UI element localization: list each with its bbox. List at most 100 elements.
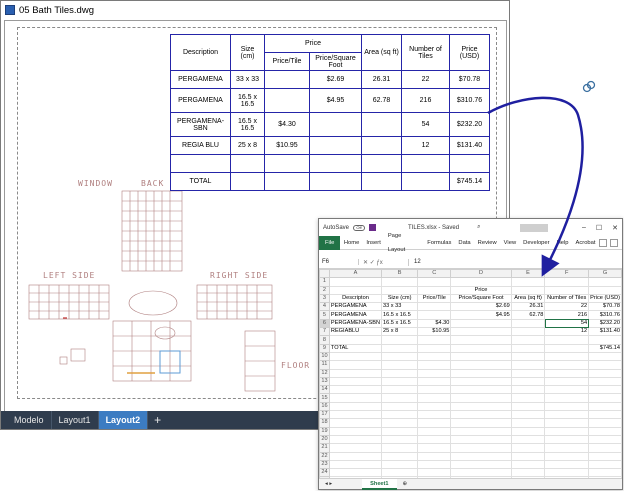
spreadsheet-cell[interactable] [510,468,546,478]
spreadsheet-cell[interactable] [450,376,512,387]
spreadsheet-cell[interactable] [417,401,452,412]
spreadsheet-cell[interactable] [544,360,590,370]
spreadsheet-cell[interactable] [544,451,590,461]
row-header[interactable]: 13 [319,376,330,387]
enter-icon[interactable]: ✓ [370,260,375,266]
spreadsheet-cell[interactable] [381,368,419,378]
ribbon-tab-page-layout[interactable]: Page Layout [384,229,423,257]
spreadsheet-cell[interactable] [417,451,452,461]
column-header[interactable]: A [328,269,383,279]
spreadsheet-cell[interactable] [381,426,419,436]
row-header[interactable]: 5 [319,310,330,320]
spreadsheet-cell[interactable] [510,318,546,329]
save-icon[interactable] [369,224,377,231]
spreadsheet-cell[interactable] [588,443,622,453]
spreadsheet-cell[interactable] [544,385,590,395]
spreadsheet-cell[interactable] [328,468,383,478]
spreadsheet-cell[interactable] [328,401,383,412]
spreadsheet-cell[interactable] [328,335,383,345]
spreadsheet-cell[interactable]: $310.76 [588,310,622,320]
spreadsheet-cell[interactable] [510,368,546,378]
spreadsheet-cell[interactable] [588,393,622,403]
spreadsheet-cell[interactable] [510,443,546,453]
ribbon-tab-acrobat[interactable]: Acrobat [572,236,599,250]
spreadsheet-cell[interactable] [544,343,590,353]
ribbon-tab-insert[interactable]: Insert [363,236,385,250]
spreadsheet-cell[interactable] [328,376,383,387]
spreadsheet-cell[interactable]: Size (cm) [381,293,419,304]
spreadsheet-cell[interactable] [417,343,452,353]
spreadsheet-cell[interactable] [381,418,419,428]
spreadsheet-cell[interactable] [544,426,590,436]
spreadsheet-cell[interactable] [417,393,452,403]
spreadsheet-cell[interactable] [588,426,622,436]
spreadsheet-cell[interactable] [328,368,383,378]
spreadsheet-cell[interactable] [381,285,419,295]
spreadsheet-cell[interactable] [544,277,590,287]
spreadsheet-cell[interactable] [510,451,546,461]
row-header[interactable]: 23 [319,459,330,470]
spreadsheet-cell[interactable] [450,418,512,428]
spreadsheet-cell[interactable] [510,327,546,337]
spreadsheet-cell[interactable]: Price [450,285,512,295]
spreadsheet-cell[interactable] [450,401,512,412]
spreadsheet-cell[interactable] [328,385,383,395]
spreadsheet-cell[interactable] [510,360,546,370]
maximize-icon[interactable]: ☐ [596,224,602,232]
spreadsheet-cell[interactable] [588,285,622,295]
row-header[interactable]: 7 [319,327,330,337]
spreadsheet-cell[interactable] [510,426,546,436]
row-header[interactable]: 2 [319,285,330,295]
spreadsheet-cell[interactable] [544,368,590,378]
spreadsheet-cell[interactable] [417,302,452,312]
spreadsheet-cell[interactable] [588,376,622,387]
spreadsheet-cell[interactable] [417,434,452,445]
row-header[interactable]: 18 [319,418,330,428]
spreadsheet-cell[interactable] [450,426,512,436]
spreadsheet-cell[interactable]: 16.5 x 16.5 [381,310,419,320]
spreadsheet-cell[interactable] [450,277,512,287]
spreadsheet-cell[interactable] [381,343,419,353]
spreadsheet-cell[interactable] [381,351,419,362]
spreadsheet-cell[interactable] [544,443,590,453]
select-all-corner[interactable] [319,269,330,279]
column-header[interactable]: E [510,269,546,279]
spreadsheet-cell[interactable] [510,277,546,287]
spreadsheet-cell[interactable] [450,393,512,403]
spreadsheet-cell[interactable] [381,277,419,287]
spreadsheet-cell[interactable] [328,285,383,295]
spreadsheet-cell[interactable] [544,393,590,403]
tab-modelo[interactable]: Modelo [7,411,52,429]
spreadsheet-cell[interactable] [510,418,546,428]
spreadsheet-cell[interactable] [328,426,383,436]
spreadsheet-cell[interactable]: Descripton [328,293,383,304]
spreadsheet-cell[interactable] [544,418,590,428]
spreadsheet-cell[interactable]: $70.78 [588,302,622,312]
spreadsheet-cell[interactable] [328,451,383,461]
spreadsheet-cell[interactable]: PERGAMENA [328,310,383,320]
spreadsheet-cell[interactable] [381,401,419,412]
spreadsheet-cell[interactable]: Number of Tiles [544,293,590,304]
spreadsheet-cell[interactable]: $131.40 [588,327,622,337]
spreadsheet-cell[interactable] [544,285,590,295]
spreadsheet-cell[interactable] [417,360,452,370]
spreadsheet-cell[interactable] [328,360,383,370]
spreadsheet-cell[interactable] [588,368,622,378]
spreadsheet-cell[interactable] [417,426,452,436]
spreadsheet-cell[interactable] [588,401,622,412]
autosave-toggle[interactable]: Off [353,224,366,231]
name-box[interactable]: F6 [319,259,359,265]
spreadsheet-cell[interactable] [417,285,452,295]
comments-icon[interactable] [610,238,618,247]
ribbon-tab-home[interactable]: Home [340,236,362,250]
column-header[interactable]: G [588,269,622,279]
spreadsheet-cell[interactable] [510,459,546,470]
spreadsheet-cell[interactable] [588,459,622,470]
spreadsheet-cell[interactable] [417,385,452,395]
column-header[interactable]: D [450,269,512,279]
spreadsheet-cell[interactable]: 25 x 8 [381,327,419,337]
spreadsheet-cell[interactable]: TOTAL [328,343,383,353]
spreadsheet-cell[interactable] [328,351,383,362]
spreadsheet-cell[interactable] [544,335,590,345]
spreadsheet-cell[interactable] [381,335,419,345]
